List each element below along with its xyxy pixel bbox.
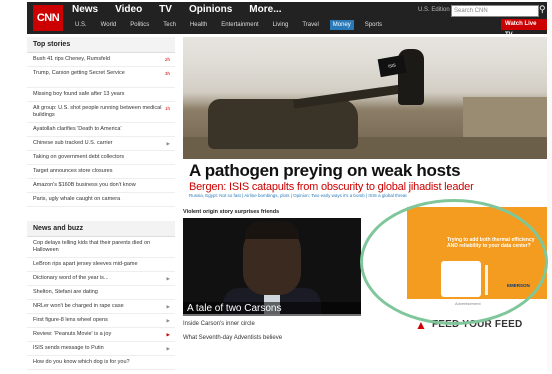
top-stories-heading: Top stories — [27, 37, 175, 53]
nav-news[interactable]: News — [72, 4, 98, 15]
carson-photo[interactable] — [183, 218, 361, 314]
video-icon: ▶ — [166, 303, 170, 309]
nav-world[interactable]: World — [98, 20, 120, 30]
nav-entertainment[interactable]: Entertainment — [218, 20, 261, 30]
story-text[interactable]: Alt group: U.S. shot people running betw… — [33, 105, 161, 118]
story-text[interactable]: Trump, Carson getting Secret Service — [33, 70, 125, 76]
related-link[interactable]: Inside Carson's inner circle — [183, 321, 255, 327]
buzz-item[interactable]: LeBron rips apart jersey sleeves mid-gam… — [27, 258, 175, 272]
story-item[interactable]: Paris, ugly whale caught on camera — [27, 193, 175, 207]
related-link[interactable]: What Seventh-day Adventists believe — [183, 335, 282, 341]
story-item[interactable]: Alt group: U.S. shot people running betw… — [27, 102, 175, 123]
nav-money[interactable]: Money — [329, 20, 354, 30]
story-tag: 1h — [164, 105, 170, 111]
secondary-nav: U.S. World Politics Tech Health Entertai… — [72, 20, 385, 30]
buzz-item[interactable]: Review: 'Peanuts Movie' is a joy ▶ — [27, 328, 175, 342]
buzz-text[interactable]: LeBron rips apart jersey sleeves mid-gam… — [33, 261, 138, 267]
hero-related-links[interactable]: Russia, Egypt: Not so fast | Airline bom… — [189, 193, 407, 198]
buzz-item[interactable]: ISIS sends message to Putin ▶ — [27, 342, 175, 356]
story-item[interactable]: Bush 41 rips Cheney, Rumsfeld 2h — [27, 53, 175, 67]
story-item[interactable]: Amazon's $160B business you don't know — [27, 179, 175, 193]
buzz-item[interactable]: NRLer won't be charged in rape case ▶ — [27, 300, 175, 314]
hero-subhead[interactable]: Bergen: ISIS catapults from obscurity to… — [189, 181, 474, 193]
buzz-text[interactable]: ISIS sends message to Putin — [33, 345, 104, 351]
hair — [245, 221, 299, 239]
buzz-text[interactable]: Cop delays telling kids that their paren… — [33, 240, 150, 253]
nav-more[interactable]: More... — [249, 4, 281, 15]
column-spacer — [27, 207, 175, 221]
news-and-buzz-heading: News and buzz — [27, 221, 175, 237]
video-icon: ▶ — [166, 140, 170, 146]
story-tag: 3h — [164, 70, 170, 76]
site-header: CNN News Video TV Opinions More... U.S. … — [27, 2, 547, 38]
story-text[interactable]: Chinese sub tracked U.S. carrier — [33, 140, 112, 146]
page-edge — [547, 2, 552, 372]
story-item[interactable]: Chinese sub tracked U.S. carrier ▶ — [27, 137, 175, 151]
story-item[interactable]: Trump, Carson getting Secret Service 3h — [27, 67, 175, 88]
section-title[interactable]: Violent origin story surprises friends — [183, 209, 279, 215]
buzz-item[interactable]: First figure-8 lens wheel opens ▶ — [27, 314, 175, 328]
nav-living[interactable]: Living — [270, 20, 292, 30]
buzz-text[interactable]: Shelton, Stefani are dating — [33, 289, 98, 295]
nav-video[interactable]: Video — [115, 4, 142, 15]
nav-sports[interactable]: Sports — [362, 20, 385, 30]
story-item[interactable]: Taking on government debt collectors — [27, 151, 175, 165]
story-text[interactable]: Missing boy found safe after 13 years — [33, 91, 124, 97]
photo-caption[interactable]: A tale of two Carsons — [183, 302, 361, 316]
left-column: Top stories Bush 41 rips Cheney, Rumsfel… — [27, 37, 175, 370]
story-text[interactable]: Paris, ugly whale caught on camera — [33, 196, 120, 202]
nav-tech[interactable]: Tech — [160, 20, 179, 30]
story-tag: 2h — [164, 56, 170, 62]
story-text[interactable]: Ayatollah clarifies 'Death to America' — [33, 126, 122, 132]
nav-tv[interactable]: TV — [159, 4, 172, 15]
search-input[interactable]: Search CNN — [451, 5, 539, 17]
video-icon: ▶ — [166, 317, 170, 323]
hero-headline[interactable]: A pathogen preying on weak hosts — [189, 161, 461, 181]
nav-opinions[interactable]: Opinions — [189, 4, 232, 15]
annotation-circle — [360, 199, 548, 325]
buzz-item[interactable]: Shelton, Stefani are dating — [27, 286, 175, 300]
story-item[interactable]: Target announces store closures — [27, 165, 175, 179]
nav-us[interactable]: U.S. — [72, 20, 90, 30]
buzz-text[interactable]: Review: 'Peanuts Movie' is a joy — [33, 331, 111, 337]
buzz-item[interactable]: Cop delays telling kids that their paren… — [27, 237, 175, 258]
page: CNN News Video TV Opinions More... U.S. … — [0, 0, 552, 374]
buzz-text[interactable]: Dictionary word of the year is... — [33, 275, 109, 281]
story-text[interactable]: Taking on government debt collectors — [33, 154, 124, 160]
edition-selector[interactable]: U.S. Edition — [418, 7, 450, 13]
nav-health[interactable]: Health — [187, 20, 210, 30]
buzz-text[interactable]: NRLer won't be charged in rape case — [33, 303, 124, 309]
story-item[interactable]: Ayatollah clarifies 'Death to America' — [27, 123, 175, 137]
nav-politics[interactable]: Politics — [127, 20, 152, 30]
video-icon: ▶ — [166, 345, 170, 351]
primary-nav: News Video TV Opinions More... — [72, 4, 282, 15]
story-item[interactable]: Missing boy found safe after 13 years — [27, 88, 175, 102]
story-text[interactable]: Bush 41 rips Cheney, Rumsfeld — [33, 56, 110, 62]
tank-silhouette — [208, 99, 358, 149]
buzz-item[interactable]: Dictionary word of the year is... ▶ — [27, 272, 175, 286]
buzz-text[interactable]: First figure-8 lens wheel opens — [33, 317, 108, 323]
cnn-logo[interactable]: CNN — [33, 5, 63, 31]
buzz-item[interactable]: How do you know which dog is for you? — [27, 356, 175, 370]
nav-travel[interactable]: Travel — [299, 20, 321, 30]
video-icon: ▶ — [166, 331, 170, 337]
video-icon: ▶ — [166, 275, 170, 281]
background-building — [463, 97, 547, 137]
story-text[interactable]: Amazon's $160B business you don't know — [33, 182, 136, 188]
hero-image[interactable]: ISIS — [183, 37, 547, 159]
buzz-text[interactable]: How do you know which dog is for you? — [33, 359, 130, 365]
watch-live-button[interactable]: Watch Live TV — [501, 19, 547, 38]
story-text[interactable]: Target announces store closures — [33, 168, 113, 174]
